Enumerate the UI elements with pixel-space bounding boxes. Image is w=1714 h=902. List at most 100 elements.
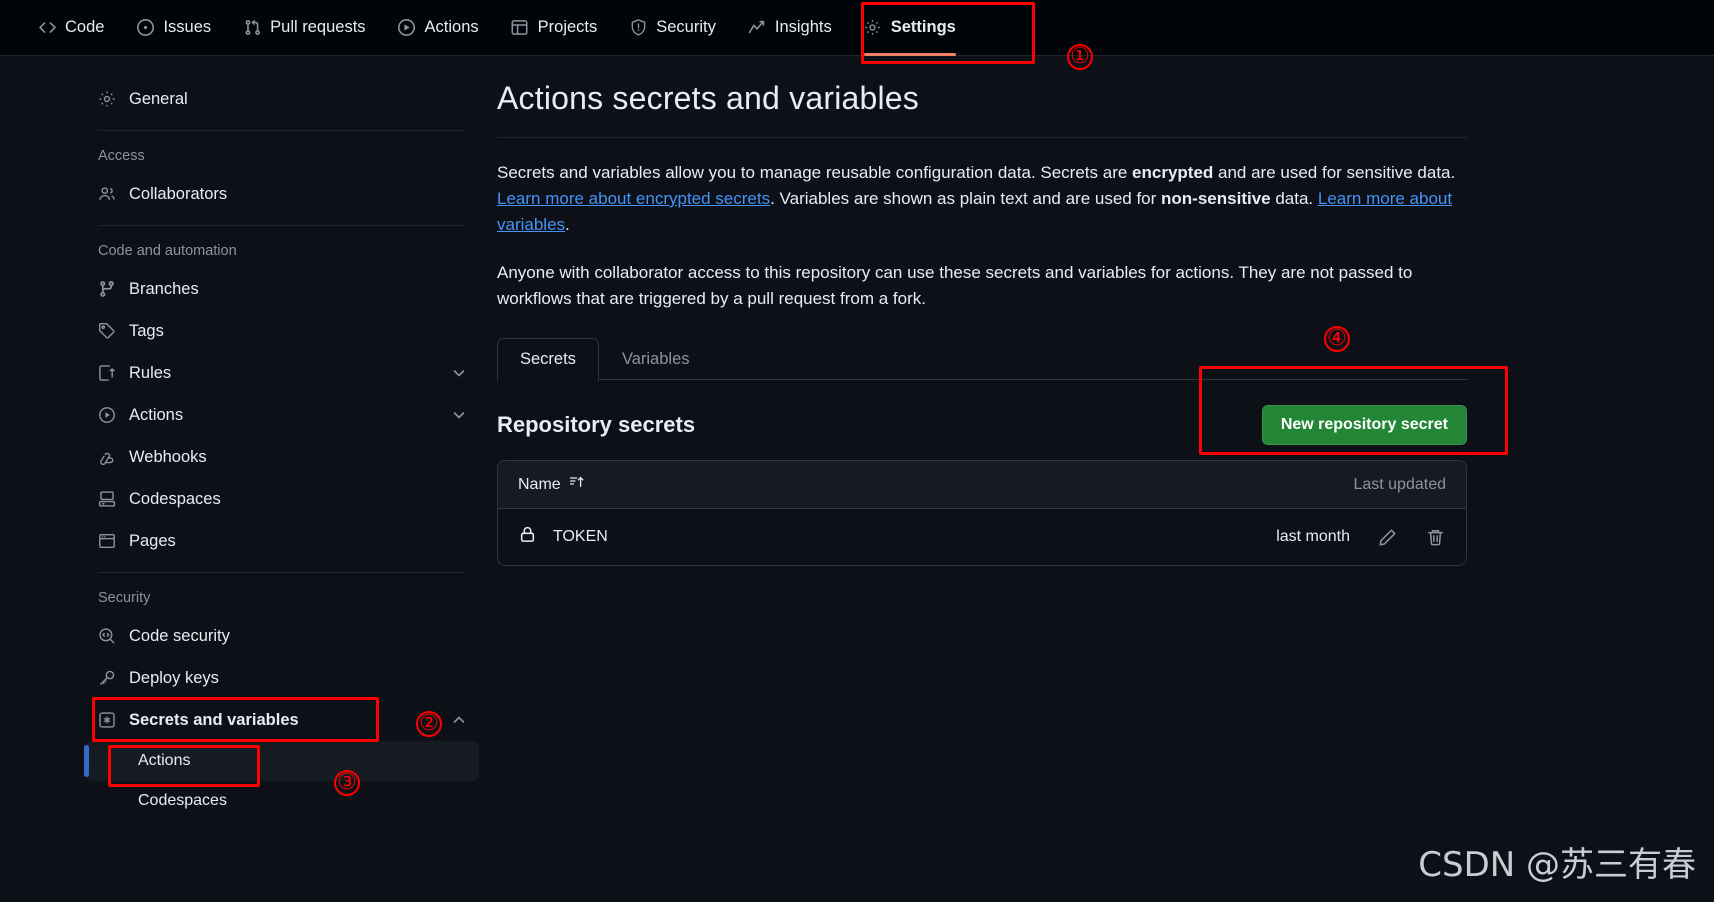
key-icon — [98, 669, 116, 687]
nav-item-actions-label: Actions — [424, 18, 479, 36]
nav-item-actions[interactable]: Actions — [382, 0, 495, 56]
paragraph-1-part-5: . — [565, 215, 570, 234]
pencil-icon[interactable] — [1376, 526, 1398, 548]
issue-opened-icon — [136, 19, 154, 37]
nav-item-issues-label: Issues — [163, 18, 212, 36]
watermark: CSDN @苏三有春 — [1418, 845, 1696, 885]
sidebar-item-tags[interactable]: Tags — [84, 310, 479, 352]
page-body: General Access Collaborators Code and au… — [0, 56, 1714, 902]
sidebar-item-codespaces[interactable]: Codespaces — [84, 478, 479, 520]
nav-item-projects[interactable]: Projects — [495, 0, 614, 56]
sidebar-subitem-actions[interactable]: Actions — [84, 741, 479, 781]
sidebar-divider — [98, 130, 465, 131]
sidebar-heading-access: Access — [98, 148, 145, 164]
nav-item-settings[interactable]: Settings — [848, 0, 972, 56]
sidebar-subitem-codespaces[interactable]: Codespaces — [86, 781, 479, 821]
paragraph-1-part-3: . Variables are shown as plain text and … — [770, 189, 1162, 208]
sort-asc-icon[interactable] — [569, 474, 585, 495]
secret-last-updated: last month — [1276, 528, 1350, 545]
tab-variables[interactable]: Variables — [599, 338, 713, 381]
play-icon — [398, 19, 416, 37]
gear-icon — [864, 19, 882, 37]
section-title-repository-secrets: Repository secrets — [497, 412, 696, 437]
sidebar-item-codespaces-label: Codespaces — [129, 489, 221, 508]
nav-item-insights[interactable]: Insights — [732, 0, 848, 56]
sidebar-item-deploy-keys[interactable]: Deploy keys — [84, 657, 479, 699]
description-paragraph-1: Secrets and variables allow you to manag… — [497, 160, 1467, 238]
nav-item-code-label: Code — [65, 18, 105, 36]
rules-icon — [98, 364, 116, 382]
nav-item-code[interactable]: Code — [22, 0, 120, 56]
new-repository-secret-button[interactable]: New repository secret — [1261, 405, 1467, 445]
paragraph-1-bold-non-sensitive: non-sensitive — [1161, 189, 1271, 208]
nav-item-security-label: Security — [656, 18, 716, 36]
chevron-down-icon[interactable] — [451, 407, 467, 423]
screenshot-root: Code Issues Pull requests Actions Projec — [0, 0, 1714, 902]
nav-item-security[interactable]: Security — [613, 0, 732, 56]
sidebar-item-pages[interactable]: Pages — [84, 520, 479, 562]
secret-row-actions: last month — [1276, 526, 1446, 548]
sidebar-item-general[interactable]: General — [84, 78, 479, 120]
sidebar-item-deploy-keys-label: Deploy keys — [129, 668, 219, 687]
title-divider — [497, 137, 1467, 138]
sidebar-subitem-codespaces-label: Codespaces — [138, 792, 227, 809]
sidebar-divider — [98, 572, 465, 573]
secrets-table: Name Last updated TOKEN last month — [497, 460, 1467, 566]
sidebar-item-pages-label: Pages — [129, 531, 176, 550]
shield-icon — [629, 19, 647, 37]
secrets-variables-tabs: Secrets Variables — [497, 334, 1467, 381]
git-branch-icon — [98, 280, 116, 298]
sidebar-item-rules[interactable]: Rules — [84, 352, 479, 394]
main-content: Actions secrets and variables Secrets an… — [497, 80, 1467, 566]
code-icon — [38, 19, 56, 37]
nav-item-insights-label: Insights — [774, 18, 832, 36]
webhook-icon — [98, 448, 116, 466]
codespaces-icon — [98, 490, 116, 508]
annotation-marker-4: ④ — [1324, 326, 1350, 352]
nav-item-pull-requests[interactable]: Pull requests — [227, 0, 381, 56]
sidebar-item-general-label: General — [129, 89, 188, 108]
secret-name-cell: TOKEN — [518, 525, 608, 549]
sidebar-divider — [98, 225, 465, 226]
link-learn-more-encrypted-secrets[interactable]: Learn more about encrypted secrets — [497, 189, 770, 208]
sidebar-item-webhooks[interactable]: Webhooks — [84, 436, 479, 478]
sidebar-item-actions-label: Actions — [129, 405, 184, 424]
nav-item-settings-label: Settings — [890, 18, 956, 36]
git-pull-request-icon — [243, 19, 261, 37]
codescan-icon — [98, 627, 116, 645]
description-paragraph-2: Anyone with collaborator access to this … — [497, 263, 1413, 308]
tab-secrets-label: Secrets — [520, 350, 576, 368]
annotation-marker-3: ③ — [334, 770, 360, 796]
sidebar-item-collaborators-label: Collaborators — [129, 184, 228, 203]
tab-secrets[interactable]: Secrets — [497, 338, 599, 381]
annotation-marker-1: ① — [1067, 44, 1093, 70]
nav-item-projects-label: Projects — [537, 18, 598, 36]
play-icon — [98, 406, 116, 424]
sidebar-item-branches[interactable]: Branches — [84, 268, 479, 310]
chevron-down-icon[interactable] — [451, 365, 467, 381]
nav-item-issues[interactable]: Issues — [120, 0, 227, 56]
tab-variables-label: Variables — [621, 350, 690, 368]
sidebar-item-secrets-and-variables-label: Secrets and variables — [129, 710, 299, 729]
paragraph-1-part-2: and are used for sensitive data. — [1213, 163, 1456, 182]
paragraph-1-part-1: Secrets and variables allow you to manag… — [497, 163, 1133, 182]
annotation-marker-2: ② — [416, 711, 442, 737]
chevron-up-icon[interactable] — [451, 712, 467, 728]
sidebar-item-branches-label: Branches — [129, 279, 199, 298]
tag-icon — [98, 322, 116, 340]
sidebar-item-code-security[interactable]: Code security — [84, 615, 479, 657]
repository-nav: Code Issues Pull requests Actions Projec — [0, 0, 1714, 56]
lock-icon — [518, 525, 537, 549]
column-header-last-updated: Last updated — [1353, 475, 1446, 493]
sidebar-subitem-actions-label: Actions — [138, 752, 191, 769]
page-title: Actions secrets and variables — [497, 80, 920, 116]
paragraph-1-part-4: data. — [1270, 189, 1318, 208]
sidebar-heading-code-automation: Code and automation — [98, 243, 237, 259]
column-header-name[interactable]: Name — [518, 474, 585, 495]
trash-icon[interactable] — [1424, 526, 1446, 548]
gear-icon — [98, 90, 116, 108]
table-row: TOKEN last month — [498, 509, 1466, 565]
sidebar-item-collaborators[interactable]: Collaborators — [84, 173, 479, 215]
settings-sidebar: General Access Collaborators Code and au… — [84, 78, 479, 821]
sidebar-item-actions[interactable]: Actions — [84, 394, 479, 436]
